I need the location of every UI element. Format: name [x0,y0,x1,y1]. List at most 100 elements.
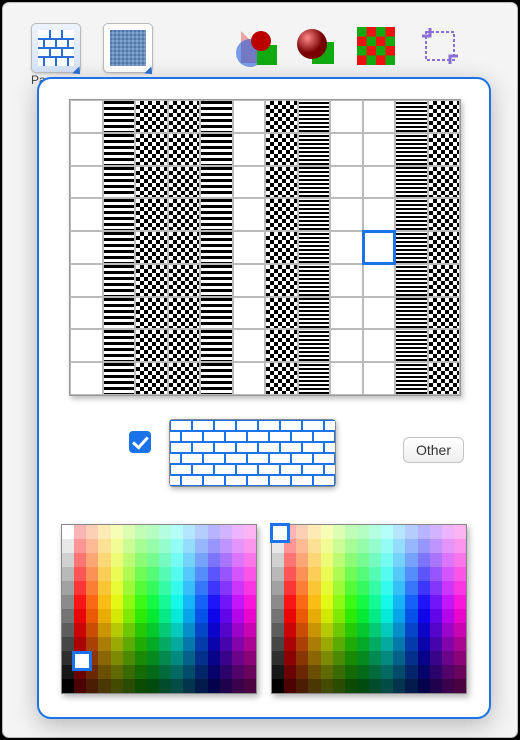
color-swatch[interactable] [135,637,147,651]
tool-checkerboard[interactable] [353,23,399,69]
color-swatch[interactable] [147,553,159,567]
pattern-swatch[interactable] [330,198,363,231]
color-swatch[interactable] [333,525,345,539]
color-swatch[interactable] [272,595,284,609]
color-swatch[interactable] [430,539,442,553]
color-swatch[interactable] [232,581,244,595]
pattern-swatch[interactable] [70,329,103,362]
color-swatch[interactable] [321,679,333,693]
color-swatch[interactable] [183,665,195,679]
color-swatch[interactable] [442,609,454,623]
color-swatch[interactable] [393,623,405,637]
color-swatch[interactable] [357,609,369,623]
color-swatch[interactable] [357,553,369,567]
other-button[interactable]: Other [403,437,464,463]
pattern-swatch[interactable] [103,166,136,199]
pattern-swatch[interactable] [70,166,103,199]
foreground-color-palette[interactable] [61,524,257,694]
pattern-swatch[interactable] [265,166,298,199]
selected-pattern-preview[interactable] [169,419,336,487]
color-swatch[interactable] [208,679,220,693]
pattern-swatch[interactable] [395,329,428,362]
pattern-swatch[interactable] [200,329,233,362]
pattern-swatch[interactable] [70,198,103,231]
color-swatch[interactable] [195,679,207,693]
color-swatch[interactable] [357,567,369,581]
pattern-swatch[interactable] [363,362,396,395]
color-swatch[interactable] [98,665,110,679]
color-swatch[interactable] [111,679,123,693]
color-swatch[interactable] [369,567,381,581]
pattern-swatch[interactable] [135,198,168,231]
color-swatch[interactable] [98,539,110,553]
pattern-swatch[interactable] [103,264,136,297]
color-swatch[interactable] [405,553,417,567]
pattern-swatch[interactable] [168,329,201,362]
color-swatch[interactable] [369,637,381,651]
pattern-swatch[interactable] [395,100,428,133]
color-swatch[interactable] [357,665,369,679]
color-swatch[interactable] [333,609,345,623]
color-swatch[interactable] [208,539,220,553]
pattern-swatch[interactable] [103,100,136,133]
color-swatch[interactable] [418,623,430,637]
color-swatch[interactable] [308,525,320,539]
color-swatch[interactable] [405,679,417,693]
pattern-swatch[interactable] [298,133,331,166]
color-swatch[interactable] [381,609,393,623]
pattern-swatch[interactable] [200,133,233,166]
pattern-swatch[interactable] [265,264,298,297]
color-swatch[interactable] [208,567,220,581]
color-swatch[interactable] [296,581,308,595]
color-swatch[interactable] [74,679,86,693]
color-swatch[interactable] [195,539,207,553]
color-swatch[interactable] [195,553,207,567]
color-swatch[interactable] [159,525,171,539]
color-swatch[interactable] [369,665,381,679]
color-swatch[interactable] [98,679,110,693]
pattern-swatch[interactable] [135,166,168,199]
color-swatch[interactable] [232,553,244,567]
color-swatch[interactable] [244,679,256,693]
color-swatch[interactable] [296,525,308,539]
pattern-swatch[interactable] [135,362,168,395]
color-swatch[interactable] [159,651,171,665]
color-swatch[interactable] [393,609,405,623]
pattern-swatch[interactable] [298,297,331,330]
color-swatch[interactable] [321,525,333,539]
color-swatch[interactable] [135,567,147,581]
color-swatch[interactable] [454,525,466,539]
pattern-swatch[interactable] [233,133,266,166]
color-swatch[interactable] [393,525,405,539]
color-swatch[interactable] [74,553,86,567]
tool-pattern-fill[interactable] [31,23,81,73]
color-swatch[interactable] [454,665,466,679]
color-swatch[interactable] [98,553,110,567]
pattern-swatch[interactable] [298,231,331,264]
color-swatch[interactable] [147,665,159,679]
color-swatch[interactable] [232,567,244,581]
pattern-swatch[interactable] [395,231,428,264]
color-swatch[interactable] [381,595,393,609]
color-swatch[interactable] [135,581,147,595]
pattern-swatch[interactable] [298,166,331,199]
color-swatch[interactable] [244,595,256,609]
color-swatch[interactable] [393,567,405,581]
pattern-swatch[interactable] [428,264,461,297]
pattern-swatch[interactable] [265,198,298,231]
color-swatch[interactable] [405,651,417,665]
color-swatch[interactable] [369,553,381,567]
color-swatch[interactable] [111,665,123,679]
color-swatch[interactable] [208,665,220,679]
pattern-swatch[interactable] [103,329,136,362]
color-swatch[interactable] [284,623,296,637]
pattern-swatch[interactable] [200,362,233,395]
color-swatch[interactable] [284,679,296,693]
pattern-swatch[interactable] [70,362,103,395]
pattern-swatch[interactable] [330,264,363,297]
color-swatch[interactable] [357,623,369,637]
color-swatch[interactable] [284,665,296,679]
color-swatch[interactable] [308,679,320,693]
color-swatch[interactable] [381,665,393,679]
color-swatch[interactable] [321,581,333,595]
